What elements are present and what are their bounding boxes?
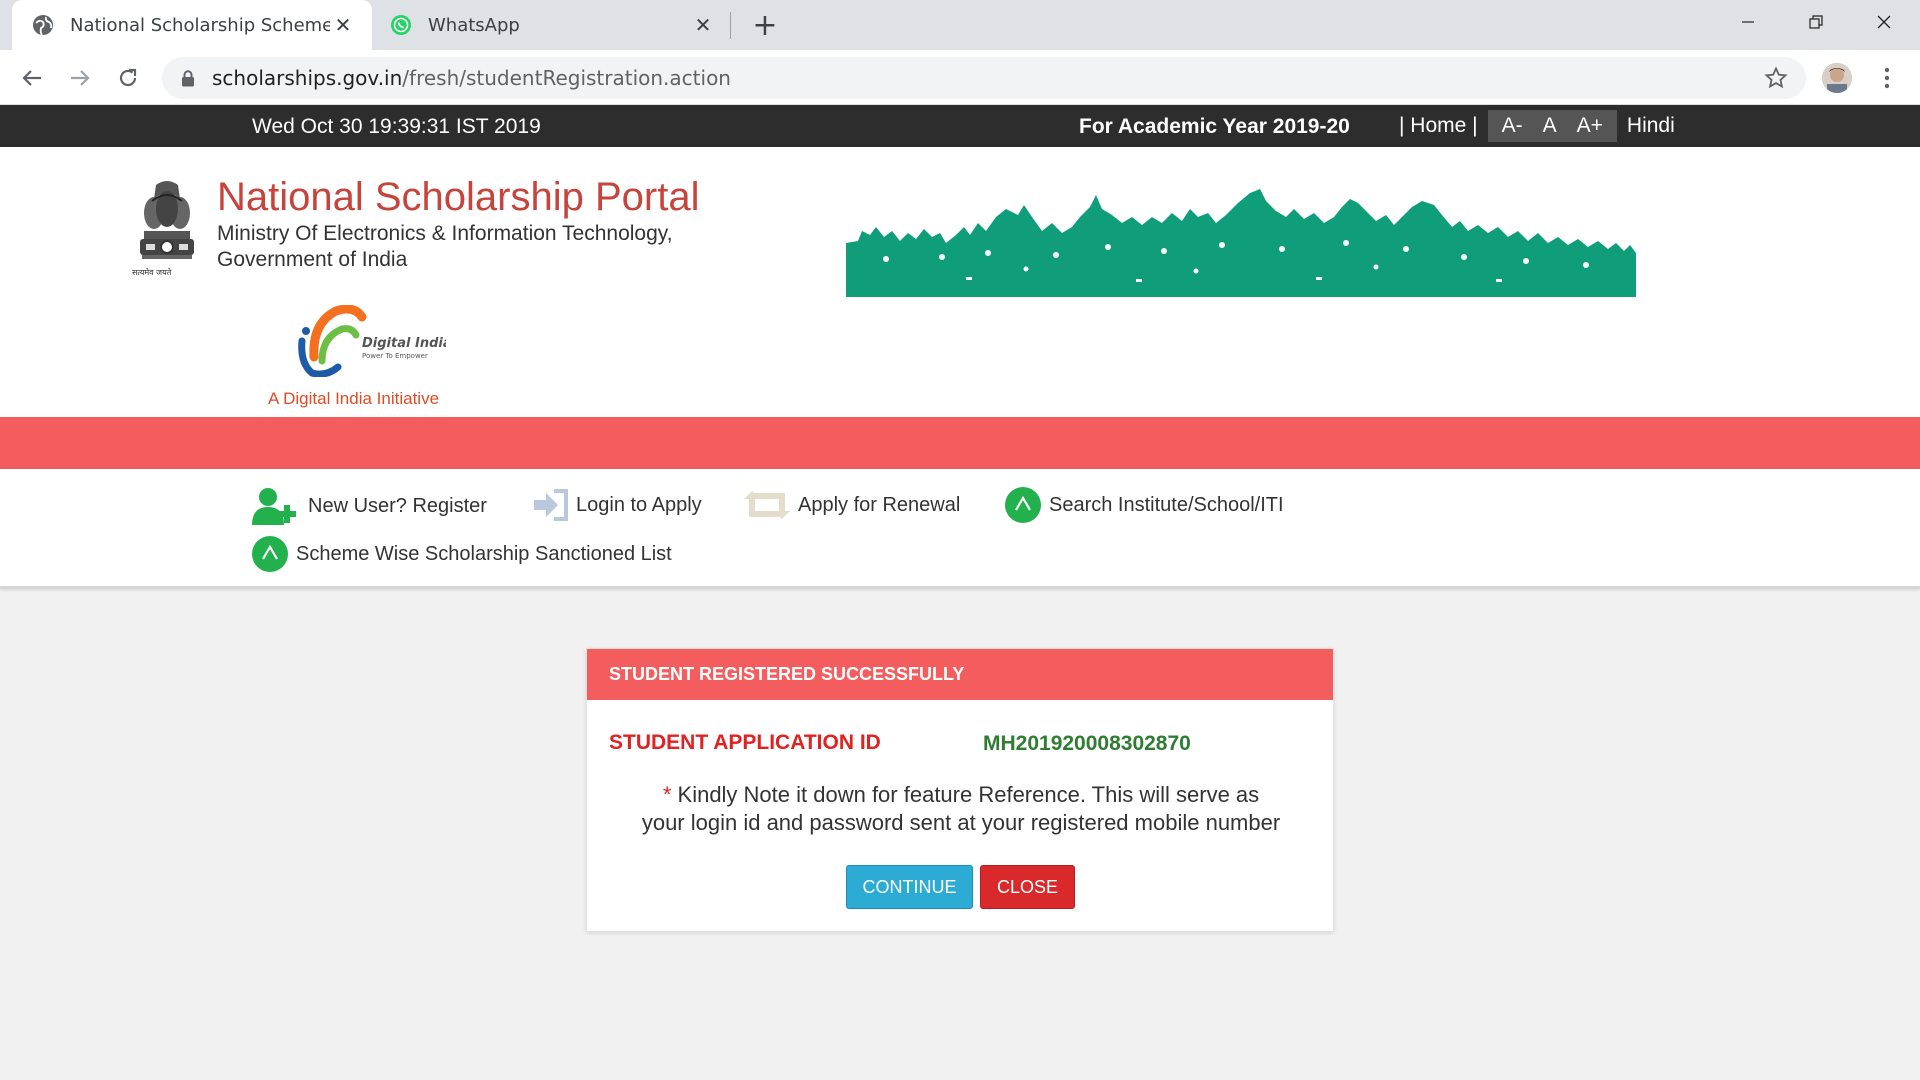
minimize-button[interactable] [1714, 0, 1782, 44]
restore-icon [1809, 15, 1823, 29]
minimize-icon [1742, 21, 1754, 23]
close-icon [1877, 15, 1891, 29]
required-asterisk: * [662, 782, 672, 807]
site-top-bar: Wed Oct 30 19:39:31 IST 2019 For Academi… [0, 105, 1920, 147]
digital-india-logo: Digital India Power To Empower [292, 304, 452, 378]
nav-sanctioned-list[interactable]: Scheme Wise Scholarship Sanctioned List [252, 536, 672, 572]
nav-apply-for-renewal[interactable]: Apply for Renewal [744, 489, 960, 521]
sanctioned-list-icon [252, 536, 288, 572]
login-note: * Kindly Note it down for feature Refere… [641, 782, 1281, 835]
digital-india-tagline: Power To Empower [362, 352, 428, 360]
top-links: | Home | A- A A+ Hindi [1399, 105, 1675, 147]
browser-toolbar: scholarships.gov.in/fresh/studentRegistr… [0, 50, 1920, 105]
login-arrow-icon [532, 489, 568, 521]
address-bar[interactable]: scholarships.gov.in/fresh/studentRegistr… [162, 57, 1806, 99]
main-nav-links: New User? Register Login to Apply Apply … [0, 469, 1920, 589]
emblem-motto: सत्यमेव जयते [132, 268, 172, 277]
application-id-value: MH201920008302870 [983, 732, 1191, 755]
tab-national-scholarship[interactable]: National Scholarship Scheme ✕ [12, 0, 372, 50]
academic-year: For Academic Year 2019-20 [1079, 115, 1350, 138]
datetime-display: Wed Oct 30 19:39:31 IST 2019 [252, 115, 541, 138]
tab-close-icon[interactable]: ✕ [330, 12, 356, 38]
language-hindi-link[interactable]: Hindi [1627, 114, 1675, 138]
tab-title: WhatsApp [428, 14, 520, 36]
window-close-button[interactable] [1850, 0, 1918, 44]
reload-button[interactable] [108, 58, 148, 98]
graduates-banner-image [846, 187, 1636, 297]
profile-avatar[interactable] [1822, 63, 1852, 93]
font-increase-button[interactable]: A+ [1567, 114, 1613, 138]
back-button[interactable] [12, 58, 52, 98]
renewal-arrows-icon [744, 489, 790, 521]
nav-login-to-apply[interactable]: Login to Apply [532, 489, 702, 521]
tab-separator [730, 12, 731, 39]
font-normal-button[interactable]: A [1533, 114, 1567, 138]
digital-india-caption: A Digital India Initiative [268, 389, 440, 408]
national-emblem-icon: सत्यमेव जयते [132, 175, 200, 285]
tab-close-icon[interactable]: ✕ [690, 12, 716, 38]
browser-tab-strip: National Scholarship Scheme ✕ WhatsApp ✕… [0, 0, 1920, 50]
ministry-name: Ministry Of Electronics & Information Te… [217, 222, 673, 271]
tab-whatsapp[interactable]: WhatsApp ✕ [372, 0, 732, 50]
continue-button[interactable]: CONTINUE [846, 865, 973, 909]
add-user-icon [252, 487, 300, 525]
whatsapp-icon [390, 14, 412, 36]
url-text: scholarships.gov.in/fresh/studentRegistr… [212, 66, 731, 90]
nav-search-institute[interactable]: Search Institute/School/ITI [1005, 487, 1284, 523]
restore-button[interactable] [1782, 0, 1850, 44]
browser-menu-icon[interactable] [1872, 62, 1902, 94]
back-arrow-icon [22, 70, 41, 86]
site-header: सत्यमेव जयते National Scholarship Portal… [0, 147, 1920, 417]
registration-success-dialog: STUDENT REGISTERED SUCCESSFULLY STUDENT … [586, 648, 1334, 932]
font-decrease-button[interactable]: A- [1492, 114, 1533, 138]
lock-icon [180, 69, 196, 87]
dialog-heading: STUDENT REGISTERED SUCCESSFULLY [587, 649, 1333, 700]
home-link[interactable]: | Home | [1399, 114, 1478, 138]
tab-title: National Scholarship Scheme [70, 14, 330, 36]
application-id-label: STUDENT APPLICATION ID [609, 731, 881, 754]
new-tab-button[interactable]: + [748, 8, 782, 43]
bookmark-star-icon[interactable] [1764, 66, 1788, 90]
forward-button[interactable] [60, 58, 100, 98]
reload-icon [119, 68, 137, 87]
red-divider-band [0, 417, 1920, 469]
search-institute-icon [1005, 487, 1041, 523]
close-button[interactable]: CLOSE [980, 865, 1075, 909]
forward-arrow-icon [71, 70, 90, 86]
font-size-controls: A- A A+ [1487, 110, 1617, 142]
nav-new-user-register[interactable]: New User? Register [252, 487, 487, 525]
digital-india-title: Digital India [362, 336, 446, 351]
portal-title: National Scholarship Portal [217, 175, 700, 219]
globe-icon [32, 14, 54, 36]
